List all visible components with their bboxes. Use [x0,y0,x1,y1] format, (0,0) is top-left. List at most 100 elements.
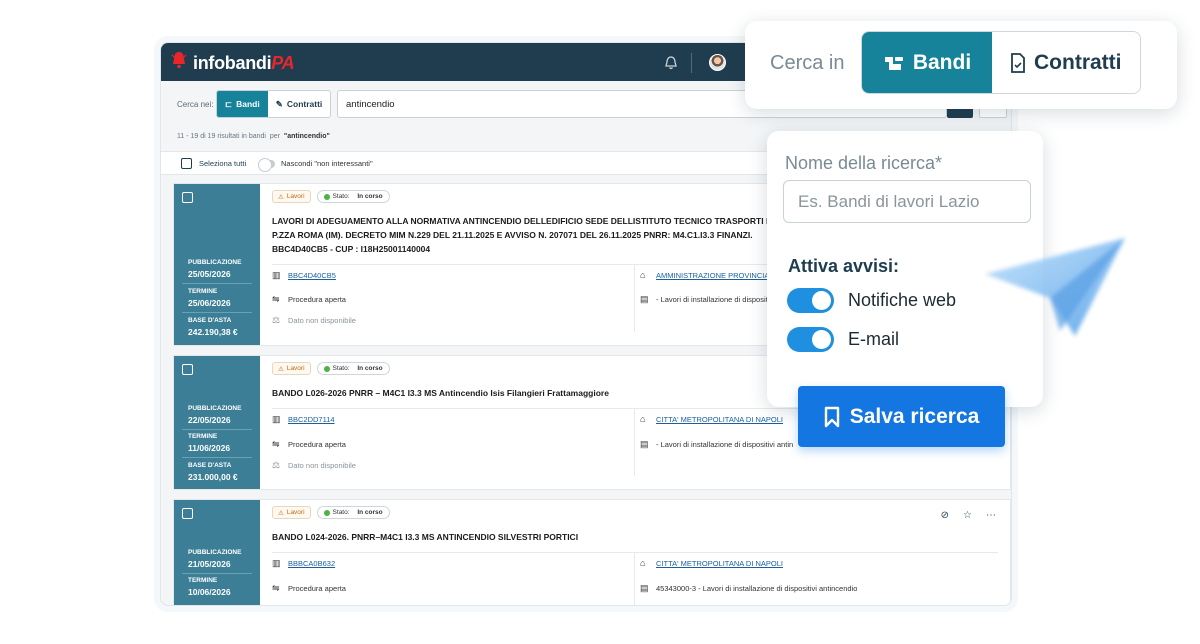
card-checkbox[interactable] [182,508,193,519]
institution-icon: ⌂ [640,270,646,280]
pubblicazione-label: PUBBLICAZIONE [188,405,242,412]
results-info: 11 - 19 di 19 risultati in bandi per "an… [177,133,330,140]
more-icon[interactable]: ⋯ [986,510,996,521]
handshake-icon: ⇋ [272,439,280,449]
institution-icon: ⌂ [640,414,646,424]
search-scope-segmented: ⊏ Bandi ✎ Contratti [216,90,332,118]
card-sidebar: PUBBLICAZIONE 21/05/2026 TERMINE 10/06/2… [174,500,260,605]
card-checkbox[interactable] [182,192,193,203]
procedura-row: ⇋ Procedura aperta [272,439,346,449]
star-icon[interactable]: ☆ [963,510,972,521]
cpv-row: ▤ - Lavori di installazione di dispositi… [640,439,794,449]
ente-link[interactable]: CITTA' METROPOLITANA DI NAPOLI [656,415,783,424]
termine-date: 10/06/2026 [188,587,231,597]
card-title[interactable]: BANDO L024-2026. PNRR–M4C1 I3.3 MS ANTIN… [272,530,872,544]
card-actions: ⊘ ☆ ⋯ [941,510,996,521]
select-all-checkbox[interactable] [181,158,192,169]
ente-link[interactable]: AMMINISTRAZIONE PROVINCIA [656,271,769,280]
pubblicazione-date: 21/05/2026 [188,559,231,569]
paper-plane-icon [985,238,1125,336]
bookmark-icon [824,406,839,427]
cig-link[interactable]: BBC2DD7114 [288,415,335,424]
barcode-icon: ▥ [272,414,281,424]
cig-link[interactable]: BBC4D40CB5 [288,271,336,280]
card-sidebar: PUBBLICAZIONE 25/05/2026 TERMINE 25/06/2… [174,184,260,345]
web-notifications-toggle[interactable] [787,288,834,313]
alerts-label: Attiva avvisi: [788,256,900,276]
cig-row: ▥ BBC2DD7114 [272,414,335,424]
ente-link[interactable]: CITTA' METROPOLITANA DI NAPOLI [656,559,783,568]
termine-label: TERMINE [188,288,218,295]
ente-row: ⌂ CITTA' METROPOLITANA DI NAPOLI [640,414,783,424]
barcode-icon: ▥ [272,558,281,568]
bandi-icon: ⊏ [225,98,233,109]
hide-uninteresting-toggle[interactable] [258,158,275,172]
email-label: E-mail [848,329,900,349]
base-asta-value: 242.190,38 € [188,327,238,337]
not-interested-icon[interactable]: ⊘ [941,510,949,521]
status-badge: Stato: In corso [316,190,390,203]
pubblicazione-label: PUBBLICAZIONE [188,259,242,266]
calendar-icon: ▤ [640,583,649,593]
worker-icon: ⚠ [278,193,284,201]
cpv-row: ▤ 45343000-3 - Lavori di installazione d… [640,583,858,593]
category-tag: ⚠ Lavori [272,362,311,375]
hide-uninteresting-label: Nascondi "non interessanti" [281,159,373,168]
calendar-icon: ▤ [640,294,649,304]
email-row: E-mail [787,327,899,352]
handshake-icon: ⇋ [272,294,280,304]
bandi-icon [884,56,903,70]
pubblicazione-date: 22/05/2026 [188,415,231,425]
status-badge: Stato: In corso [316,362,390,375]
pubblicazione-label: PUBBLICAZIONE [188,549,242,556]
card-title[interactable]: LAVORI DI ADEGUAMENTO ALLA NORMATIVA ANT… [272,214,772,256]
barcode-icon: ▥ [272,270,281,280]
worker-icon: ⚠ [278,365,284,373]
email-toggle[interactable] [787,327,834,352]
save-search-button[interactable]: Salva ricerca [798,386,1005,447]
search-name-label: Nome della ricerca* [785,153,943,173]
web-notifications-label: Notifiche web [848,290,957,310]
cpv-row: ▤ - Lavori di installazione di dispositi [640,294,770,304]
scope-contratti-large-button[interactable]: Contratti [992,32,1140,93]
criterio-row: ⚖ Dato non disponibile [272,460,356,470]
logo[interactable]: infobandiPA [175,53,295,74]
pubblicazione-date: 25/05/2026 [188,269,231,279]
calendar-icon: ▤ [640,439,649,449]
termine-label: TERMINE [188,433,218,440]
scope-bandi-large-button[interactable]: Bandi [862,32,992,93]
cig-row: ▥ BBBCA0B632 [272,558,335,568]
scale-icon: ⚖ [272,315,281,325]
termine-label: TERMINE [188,577,218,584]
user-avatar[interactable] [709,54,726,71]
cig-link[interactable]: BBBCA0B632 [288,559,335,568]
ente-row: ⌂ CITTA' METROPOLITANA DI NAPOLI [640,558,783,568]
criterio-row: ⚖ Dato non disponibile [272,315,356,325]
search-name-input[interactable]: Es. Bandi di lavori Lazio [783,180,1031,223]
cig-row: ▥ BBC4D40CB5 [272,270,336,280]
procedura-row: ⇋ Procedura aperta [272,583,346,593]
search-in-label: Cerca nei: [177,100,214,109]
contract-document-icon [1011,52,1025,73]
category-tag: ⚠ Lavori [272,506,311,519]
ente-row: ⌂ AMMINISTRAZIONE PROVINCIA [640,270,769,280]
handshake-icon: ⇋ [272,583,280,593]
category-tag: ⚠ Lavori [272,190,311,203]
base-asta-label: BASE D'ASTA [188,462,232,469]
result-card[interactable]: PUBBLICAZIONE 21/05/2026 TERMINE 10/06/2… [173,499,1011,605]
card-checkbox[interactable] [182,364,193,375]
contratti-icon: ✎ [275,98,283,109]
web-notifications-row: Notifiche web [787,288,956,313]
topbar-divider [691,53,692,73]
scope-bandi-button[interactable]: ⊏ Bandi [217,91,268,117]
scope-contratti-button[interactable]: ✎ Contratti [268,91,331,117]
search-scope-popover: Cerca in Bandi Contratti [745,21,1177,109]
status-badge: Stato: In corso [316,506,390,519]
search-scope-large-segmented: Bandi Contratti [861,31,1141,94]
notification-bell-icon[interactable] [663,55,679,71]
search-scope-label: Cerca in [770,52,845,74]
procedura-row: ⇋ Procedura aperta [272,294,346,304]
base-asta-label: BASE D'ASTA [188,317,232,324]
institution-icon: ⌂ [640,558,646,568]
select-all-label[interactable]: Seleziona tutti [199,159,246,168]
